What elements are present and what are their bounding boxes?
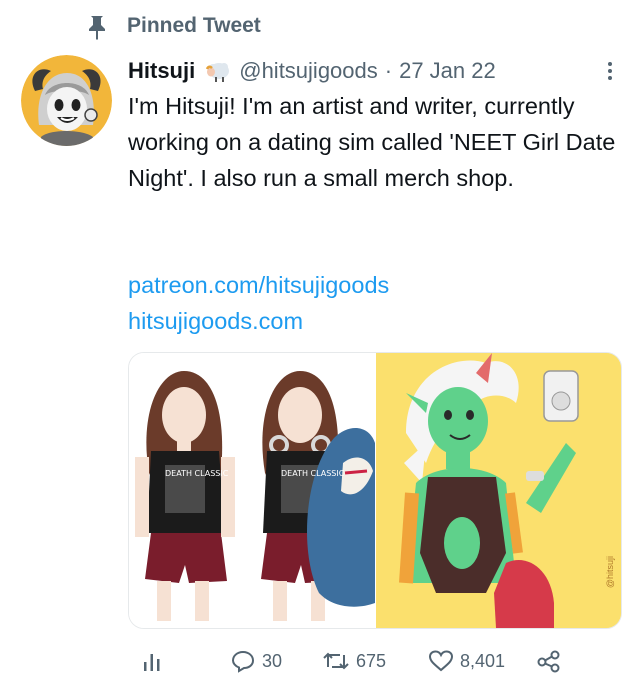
reply-count: 30 <box>262 650 283 671</box>
shirt-text-left: DEATH CLASSIC <box>165 469 229 478</box>
retweet-icon <box>323 652 349 670</box>
avatar[interactable] <box>21 55 112 146</box>
meta-separator: · <box>384 58 393 83</box>
shirt-text-right: DEATH CLASSIC <box>281 469 345 478</box>
share-icon <box>537 650 560 673</box>
pin-icon <box>89 16 105 40</box>
like-button[interactable]: 8,401 <box>428 643 505 679</box>
reply-icon <box>231 650 255 673</box>
tweet-date[interactable]: 27 Jan 22 <box>399 58 496 84</box>
tweet-actions: 30 675 8,401 <box>130 643 590 679</box>
share-button[interactable] <box>536 643 568 679</box>
sheep-emoji-icon <box>206 63 230 82</box>
author-handle[interactable]: @hitsujigoods <box>239 58 378 84</box>
like-count: 8,401 <box>460 650 506 671</box>
media-image-left[interactable]: DEATH CLASSIC DEATH CLASSIC <box>129 353 375 628</box>
pinned-label: Pinned Tweet <box>127 14 261 37</box>
analytics-icon <box>144 654 160 671</box>
author-name[interactable]: Hitsuji <box>128 58 195 84</box>
analytics-button[interactable] <box>142 643 168 679</box>
patreon-link[interactable]: patreon.com/hitsujigoods <box>128 272 389 299</box>
more-icon[interactable] <box>600 58 620 84</box>
media-image-right[interactable]: @hitsuji <box>376 353 621 628</box>
media-grid: DEATH CLASSIC DEATH CLASSIC @hitsuji <box>128 352 622 629</box>
pinned-indicator: Pinned Tweet <box>86 12 261 42</box>
reply-button[interactable]: 30 <box>230 643 282 679</box>
art-watermark: @hitsuji <box>605 555 615 588</box>
tweet-header: Hitsuji @hitsujigoods · 27 Jan 22 <box>128 55 496 87</box>
retweet-button[interactable]: 675 <box>322 643 386 679</box>
tweet-text: I'm Hitsuji! I'm an artist and writer, c… <box>128 93 616 191</box>
like-icon <box>428 650 454 672</box>
website-link[interactable]: hitsujigoods.com <box>128 308 303 335</box>
retweet-count: 675 <box>356 650 387 671</box>
